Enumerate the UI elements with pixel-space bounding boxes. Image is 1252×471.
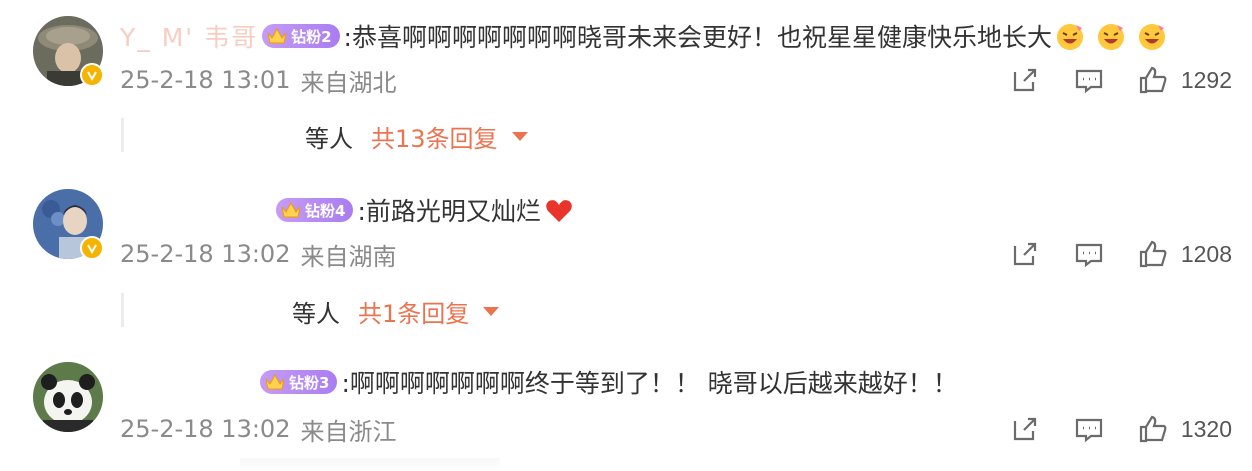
comment-icon[interactable] [1073,413,1105,445]
timestamp: 25-2-18 13:02 [120,415,291,443]
crown-icon [267,27,287,44]
fan-badge-label: 钻粉2 [291,27,332,46]
replies-count: 共13条回复 [371,124,498,153]
verified-v-icon [80,63,104,87]
thread-divider [121,293,124,327]
like-count: 1320 [1180,415,1232,442]
caret-down-icon [511,131,528,141]
comment-meta: 25-2-18 13:02 来自浙江 [120,412,396,446]
thumbs-up-icon[interactable] [1137,64,1169,96]
avatar[interactable] [33,362,103,432]
comment-icon[interactable] [1073,238,1105,270]
share-icon[interactable] [1009,64,1041,96]
comment-text: :恭喜啊啊啊啊啊啊啊晓哥未来会更好！也祝星星健康快乐地长大 [343,23,1052,52]
thumbs-up-icon[interactable] [1137,413,1169,445]
share-icon[interactable] [1009,413,1041,445]
crown-icon [281,201,301,218]
location: 来自湖北 [300,68,397,97]
laugh-emoji-icon [1052,21,1167,52]
location: 来自浙江 [300,417,397,446]
timestamp: 25-2-18 13:02 [120,240,291,268]
thumbs-up-icon[interactable] [1137,238,1169,270]
comment-line: Y_ M' 韦哥 钻粉2 :恭喜啊啊啊啊啊啊啊晓哥未来会更好！也祝星星健康快乐地… [120,18,1167,54]
verified-v-icon [80,236,104,260]
comment-icon[interactable] [1073,64,1105,96]
like-count: 1208 [1180,240,1232,267]
fan-badge: 钻粉4 [276,198,354,222]
comment-actions: 1292 [1009,60,1232,100]
comment-meta: 25-2-18 13:02 来自湖南 [120,237,396,271]
comment-line: 钻粉3 :啊啊啊啊啊啊啊终于等到了！！ 晓哥以后越来越好！！ [256,364,958,400]
next-comment-peek [240,458,500,471]
crown-icon [265,373,285,390]
comment-meta: 25-2-18 13:01 来自湖北 [120,63,396,97]
comment-actions: 1208 [1009,234,1232,274]
comment-text: :啊啊啊啊啊啊啊终于等到了！！ 晓哥以后越来越好！！ [341,369,958,398]
heart-emoji-icon [541,195,574,226]
replies-count: 共1条回复 [358,299,470,328]
fan-badge-label: 钻粉3 [289,373,330,392]
like-count: 1292 [1180,66,1232,93]
location: 来自湖南 [300,242,397,271]
fan-badge-label: 钻粉4 [305,201,346,220]
username[interactable]: Y_ M' 韦哥 [120,18,258,54]
view-replies-link[interactable]: 等人 共1条回复 [292,291,500,331]
comment-text: :前路光明又灿烂 [357,197,541,226]
view-replies-link[interactable]: 等人 共13条回复 [305,116,528,156]
comment-line: 钻粉4 :前路光明又灿烂 [272,192,574,228]
comment-actions: 1320 [1009,409,1232,449]
fan-badge: 钻粉3 [260,370,338,394]
fan-badge: 钻粉2 [262,24,340,48]
share-icon[interactable] [1009,238,1041,270]
timestamp: 25-2-18 13:01 [120,66,291,94]
replies-prefix: 等人 [292,299,340,328]
caret-down-icon [483,306,500,316]
replies-prefix: 等人 [305,124,353,153]
thread-divider [121,118,124,152]
